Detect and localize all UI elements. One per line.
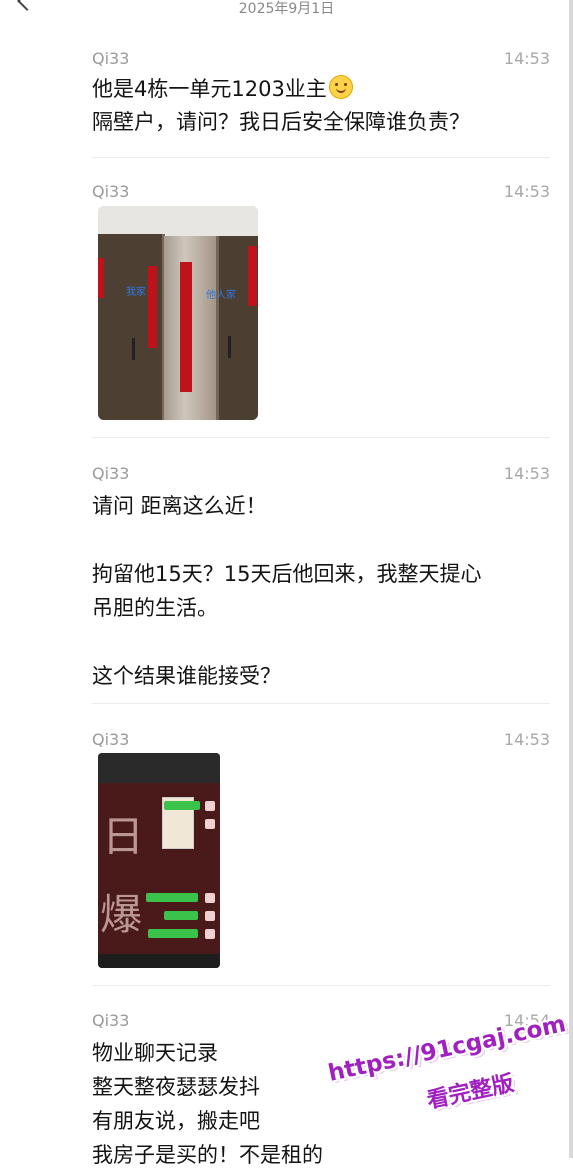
couplet	[180, 262, 192, 392]
door-handle	[228, 336, 231, 358]
chat-bubble	[164, 801, 200, 810]
message-text: 物业聊天记录 整天整夜瑟瑟发抖 有朋友说，搬走吧 我房子是买的！不是租的	[92, 1041, 323, 1167]
divider	[92, 703, 550, 704]
message-time: 14:53	[503, 464, 550, 483]
chat-avatar	[205, 893, 215, 903]
date-header: 2025年9月1日	[238, 1, 335, 17]
message-time: 14:53	[503, 182, 550, 201]
photo-big-char: 日	[102, 812, 145, 861]
sender-name: Qi33	[92, 464, 130, 483]
photo-footer	[98, 954, 220, 968]
photo-label-right: 他人家	[206, 290, 236, 301]
couplet	[148, 266, 157, 348]
couplet	[98, 258, 104, 298]
chat-avatar	[205, 819, 215, 829]
chat-avatar	[205, 929, 215, 939]
sender-name: Qi33	[92, 1011, 130, 1030]
door-photo[interactable]: 我家 他人家	[98, 206, 258, 420]
message-item: Qi33 14:53 他是4栋一单元1203业主隔壁户，请问？我日后安全保障谁负…	[92, 49, 550, 149]
photo-header	[98, 753, 220, 783]
smiley-icon	[328, 75, 353, 99]
ceiling	[98, 206, 258, 236]
divider	[92, 157, 550, 158]
divider	[92, 437, 550, 438]
chat-avatar	[205, 801, 215, 811]
scroll-edge	[569, 0, 573, 1158]
message-line: 他是4栋一单元1203业主	[92, 77, 327, 101]
photo-big-char: 爆	[100, 890, 143, 939]
message-time: 14:53	[503, 730, 550, 749]
chat-bubble	[146, 893, 198, 902]
message-text: 他是4栋一单元1203业主隔壁户，请问？我日后安全保障谁负责？	[92, 73, 470, 139]
message-text: 请问 距离这么近！ 拘留他15天？15天后他回来，我整天提心 吊胆的生活。 这个…	[92, 494, 482, 688]
chat-bubble	[148, 929, 198, 938]
message-time: 14:53	[503, 49, 550, 68]
sender-name: Qi33	[92, 49, 130, 68]
door-handle	[132, 338, 135, 360]
chat-screenshot-photo[interactable]: 日 爆	[98, 753, 220, 968]
couplet	[248, 246, 257, 306]
sender-name: Qi33	[92, 182, 130, 201]
photo-label-left: 我家	[126, 287, 146, 298]
divider	[92, 985, 550, 986]
sender-name: Qi33	[92, 730, 130, 749]
message-line: 隔壁户，请问？我日后安全保障谁负责？	[92, 110, 470, 134]
chat-avatar	[205, 911, 215, 921]
chat-bubble	[164, 911, 198, 920]
message-item: Qi33 14:53 请问 距离这么近！ 拘留他15天？15天后他回来，我整天提…	[92, 464, 550, 694]
